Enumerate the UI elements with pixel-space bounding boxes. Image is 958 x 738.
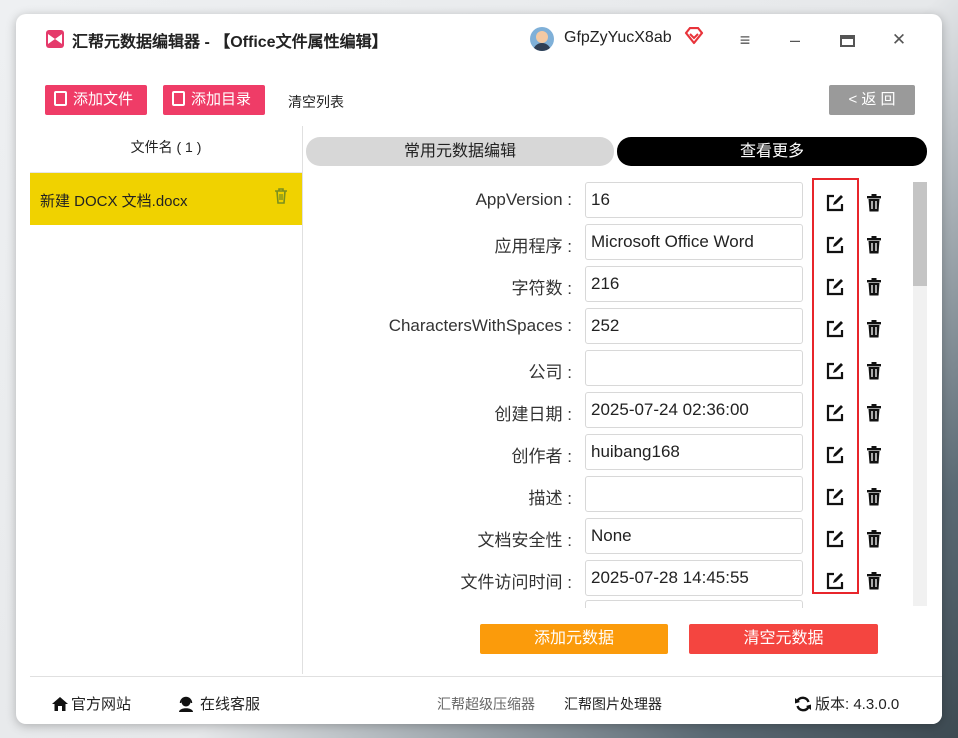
user-avatar[interactable] (530, 27, 554, 51)
metadata-scrollbar[interactable] (913, 182, 927, 606)
username[interactable]: GfpZyYucX8ab (564, 29, 672, 47)
trash-icon[interactable] (866, 236, 882, 254)
metadata-value-input[interactable]: huibang168 (585, 434, 803, 470)
add-metadata-button[interactable]: 添加元数据 (480, 624, 668, 654)
close-icon[interactable]: ✕ (884, 26, 914, 54)
back-button[interactable]: < 返 回 (829, 85, 915, 115)
metadata-value-input[interactable]: 216 (585, 266, 803, 302)
file-name: 新建 DOCX 文档.docx (40, 193, 188, 210)
metadata-label: 文件访问时间 : (460, 573, 572, 592)
trash-icon[interactable] (866, 488, 882, 506)
home-icon (52, 697, 68, 711)
metadata-label: 应用程序 : (494, 237, 572, 256)
metadata-value-input[interactable] (585, 476, 803, 512)
metadata-label: 描述 : (528, 489, 572, 508)
trash-icon[interactable] (866, 362, 882, 380)
file-icon (54, 91, 67, 106)
image-tool-link[interactable]: 汇帮图片处理器 (564, 694, 662, 714)
metadata-label: 文档安全性 : (477, 531, 572, 550)
app-logo-icon (46, 30, 64, 48)
trash-icon[interactable] (866, 446, 882, 464)
clear-list-button[interactable]: 清空列表 (288, 92, 344, 112)
trash-icon[interactable] (866, 320, 882, 338)
tab-view-more[interactable]: 查看更多 (617, 137, 927, 166)
online-service-link[interactable]: 在线客服 (178, 693, 260, 714)
app-window: 汇帮元数据编辑器 - 【Office文件属性编辑】 GfpZyYucX8ab ≡… (16, 14, 942, 724)
vip-diamond-icon[interactable] (684, 26, 704, 50)
metadata-label: CharactersWithSpaces : (388, 316, 572, 335)
menu-icon[interactable]: ≡ (730, 26, 760, 54)
minimize-icon[interactable]: – (780, 26, 810, 54)
metadata-value-input[interactable]: 252 (585, 308, 803, 344)
add-file-label: 添加文件 (73, 91, 134, 108)
file-list-item[interactable]: 新建 DOCX 文档.docx (30, 173, 302, 225)
metadata-value-input[interactable] (585, 350, 803, 386)
trash-icon[interactable] (866, 572, 882, 590)
customer-service-icon (179, 696, 193, 712)
version-label: 版本: 4.3.0.0 (815, 696, 900, 713)
file-list-panel: 文件名 ( 1 ) 新建 DOCX 文档.docx (30, 126, 303, 674)
trash-icon[interactable] (866, 194, 882, 212)
metadata-label: 创建日期 : (494, 405, 572, 424)
trash-icon[interactable] (866, 278, 882, 296)
metadata-label: 创作者 : (511, 447, 572, 466)
add-directory-button[interactable]: 添加目录 (163, 85, 265, 115)
clear-metadata-button[interactable]: 清空元数据 (689, 624, 878, 654)
compressor-link[interactable]: 汇帮超级压缩器 (437, 694, 535, 714)
metadata-value-input[interactable]: 2025-07-28 14:45:55 (585, 560, 803, 596)
metadata-value-input[interactable]: Microsoft Office Word (585, 224, 803, 260)
folder-icon (172, 91, 185, 106)
add-file-button[interactable]: 添加文件 (45, 85, 147, 115)
maximize-icon[interactable] (832, 26, 862, 54)
official-website-label: 官方网站 (71, 696, 132, 713)
version-info[interactable]: 版本: 4.3.0.0 (795, 693, 899, 714)
trash-icon[interactable] (866, 530, 882, 548)
file-list-header: 文件名 ( 1 ) (30, 126, 302, 173)
refresh-icon (795, 696, 811, 712)
metadata-value-input[interactable]: 2025-07-24 02:36:00 (585, 392, 803, 428)
trash-icon[interactable] (866, 404, 882, 422)
online-service-label: 在线客服 (200, 696, 261, 713)
trash-icon[interactable] (274, 187, 288, 205)
metadata-label: 字符数 : (511, 279, 572, 298)
edit-column-highlight (812, 178, 859, 594)
metadata-value-input[interactable]: 16 (585, 182, 803, 218)
scrollbar-thumb[interactable] (913, 182, 927, 286)
footer-bar: 官方网站 在线客服 汇帮超级压缩器 汇帮图片处理器 版本: 4.3.0.0 (30, 676, 942, 724)
metadata-value-input[interactable] (585, 600, 803, 608)
official-website-link[interactable]: 官方网站 (52, 693, 131, 714)
window-title: 汇帮元数据编辑器 - 【Office文件属性编辑】 (72, 34, 388, 51)
title-bar: 汇帮元数据编辑器 - 【Office文件属性编辑】 GfpZyYucX8ab ≡… (16, 14, 942, 70)
metadata-label: AppVersion : (475, 190, 572, 209)
metadata-label: 公司 : (528, 363, 572, 382)
metadata-value-input[interactable]: None (585, 518, 803, 554)
tab-common-metadata[interactable]: 常用元数据编辑 (306, 137, 614, 166)
add-directory-label: 添加目录 (191, 91, 252, 108)
